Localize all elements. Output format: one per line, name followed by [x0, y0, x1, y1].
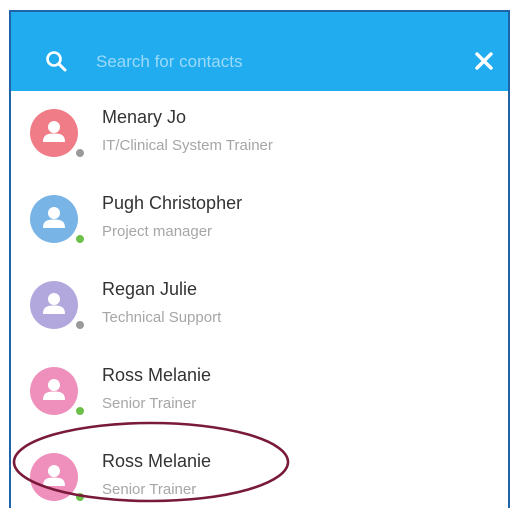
avatar [30, 453, 78, 501]
contacts-panel: Menary Jo IT/Clinical System Trainer Pug… [9, 10, 510, 508]
status-indicator [74, 233, 86, 245]
contact-item[interactable]: Ross Melanie Senior Trainer [11, 435, 508, 508]
status-indicator [74, 491, 86, 503]
search-bar [11, 12, 508, 91]
person-icon [43, 293, 65, 314]
contact-name: Pugh Christopher [102, 193, 243, 213]
contact-item[interactable]: Menary Jo IT/Clinical System Trainer [11, 91, 508, 177]
person-icon [43, 465, 65, 486]
avatar [30, 195, 78, 243]
person-icon [43, 121, 65, 142]
contact-name: Menary Jo [102, 107, 187, 127]
contact-name: Regan Julie [102, 279, 198, 299]
status-indicator [74, 405, 86, 417]
contact-name: Ross Melanie [102, 365, 212, 385]
person-icon [43, 207, 65, 228]
contact-role: IT/Clinical System Trainer [102, 137, 273, 154]
search-icon[interactable] [45, 50, 67, 72]
status-indicator [74, 319, 86, 331]
contact-item[interactable]: Pugh Christopher Project manager [11, 177, 508, 263]
person-icon [43, 379, 65, 400]
contact-role: Senior Trainer [102, 395, 197, 412]
contact-list: Menary Jo IT/Clinical System Trainer Pug… [11, 91, 508, 508]
avatar [30, 109, 78, 157]
contact-role: Senior Trainer [102, 481, 197, 498]
contact-item[interactable]: Regan Julie Technical Support [11, 263, 508, 349]
contact-item[interactable]: Ross Melanie Senior Trainer [11, 349, 508, 435]
contact-role: Project manager [102, 223, 213, 240]
status-indicator [74, 147, 86, 159]
contact-name: Ross Melanie [102, 451, 212, 471]
search-input[interactable] [96, 49, 426, 75]
avatar [30, 281, 78, 329]
contact-role: Technical Support [102, 309, 222, 326]
avatar [30, 367, 78, 415]
close-icon[interactable] [475, 52, 493, 70]
